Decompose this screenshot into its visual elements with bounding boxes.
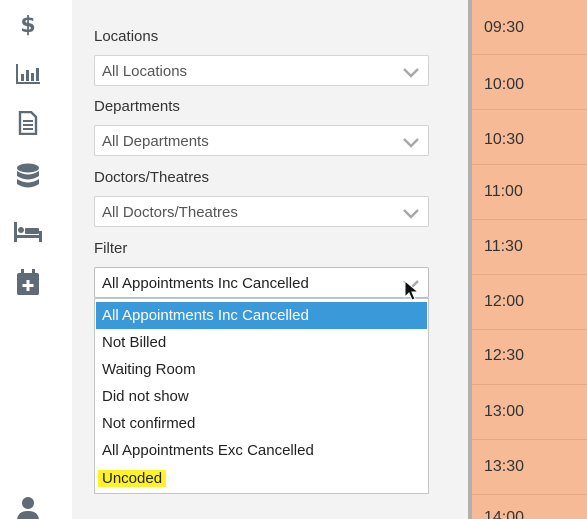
bed-icon[interactable] (14, 218, 42, 246)
time-slot[interactable]: 11:00 (472, 165, 587, 220)
chevron-down-icon (403, 209, 419, 219)
doctors-select[interactable]: All Doctors/Theatres (94, 196, 429, 227)
user-icon[interactable] (14, 494, 42, 519)
dropdown-option[interactable]: Did not show (96, 383, 427, 410)
time-slot[interactable]: 13:30 (472, 440, 587, 495)
highlight-marker: Uncoded (98, 470, 167, 487)
chevron-down-icon (403, 68, 419, 78)
filter-value: All Appointments Inc Cancelled (102, 275, 309, 292)
dropdown-option[interactable]: All Appointments Inc Cancelled (96, 302, 427, 329)
filter-dropdown-list: All Appointments Inc Cancelled Not Bille… (94, 298, 429, 494)
chevron-down-icon (403, 138, 419, 148)
calendar-add-icon[interactable] (14, 268, 42, 296)
time-slot[interactable]: 12:30 (472, 330, 587, 385)
locations-select[interactable]: All Locations (94, 55, 429, 86)
dollar-icon[interactable]: $ (14, 10, 42, 38)
dropdown-option[interactable]: All Appointments Exc Cancelled (96, 437, 427, 464)
locations-value: All Locations (102, 63, 188, 80)
time-label: 13:00 (484, 403, 525, 420)
time-label: 11:00 (484, 183, 523, 200)
time-label: 10:00 (484, 76, 525, 93)
time-label: 12:30 (484, 347, 525, 364)
departments-select[interactable]: All Departments (94, 125, 429, 156)
time-slot[interactable]: 12:00 (472, 275, 587, 330)
svg-text:$: $ (20, 13, 35, 36)
time-slot[interactable]: 11:30 (472, 220, 587, 275)
time-slot[interactable]: 13:00 (472, 385, 587, 440)
time-label: 11:30 (484, 238, 523, 255)
time-slot[interactable]: 09:30 (472, 0, 587, 55)
locations-label: Locations (94, 28, 159, 45)
sidebar: $ (0, 0, 62, 519)
time-label: 10:30 (484, 131, 525, 148)
doctors-label: Doctors/Theatres (94, 169, 210, 186)
time-label: 09:30 (484, 19, 525, 36)
dropdown-option[interactable]: Waiting Room (96, 356, 427, 383)
time-column: 09:30 10:00 10:30 11:00 11:30 12:00 12:3… (472, 0, 587, 519)
bar-chart-icon[interactable] (14, 60, 42, 88)
time-slot[interactable]: 14:00 (472, 495, 587, 519)
departments-label: Departments (94, 98, 180, 115)
dropdown-option-uncoded[interactable]: Uncoded (96, 465, 427, 492)
dropdown-option[interactable]: Not confirmed (96, 410, 427, 437)
filter-label: Filter (94, 240, 128, 257)
document-icon[interactable] (14, 109, 42, 137)
time-label: 14:00 (484, 509, 525, 519)
doctors-value: All Doctors/Theatres (102, 204, 238, 221)
departments-value: All Departments (102, 133, 209, 150)
mouse-cursor-icon (404, 280, 420, 301)
time-label: 13:30 (484, 458, 525, 475)
dropdown-option[interactable]: Not Billed (96, 329, 427, 356)
time-slot[interactable]: 10:30 (472, 110, 587, 165)
filter-select[interactable]: All Appointments Inc Cancelled (94, 267, 429, 298)
database-icon[interactable] (14, 162, 42, 190)
time-slot[interactable]: 10:00 (472, 55, 587, 110)
time-label: 12:00 (484, 293, 525, 310)
